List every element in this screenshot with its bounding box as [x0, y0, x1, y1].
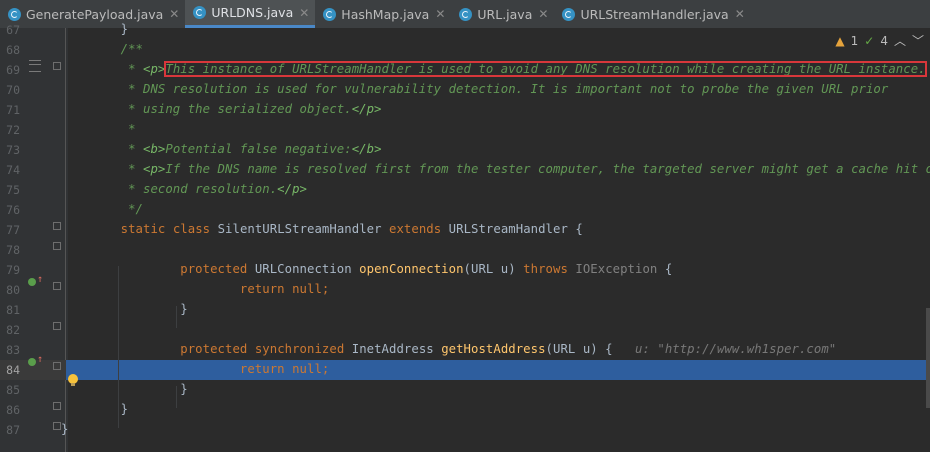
rendered-doc-icon[interactable]: [29, 60, 41, 72]
fold-marker[interactable]: [53, 362, 61, 370]
code-line[interactable]: 86 }: [0, 400, 930, 420]
code-line[interactable]: 77 static class SilentURLStreamHandler e…: [0, 220, 930, 240]
code-text[interactable]: * DNS resolution is used for vulnerabili…: [61, 82, 888, 96]
code-line[interactable]: 84 return null;: [0, 360, 930, 380]
code-line[interactable]: 74 * <p>If the DNS name is resolved firs…: [0, 160, 930, 180]
code-line[interactable]: 75 * second resolution.</p>: [0, 180, 930, 200]
fold-marker[interactable]: [53, 402, 61, 410]
check-icon: ✓: [864, 33, 875, 48]
code-line[interactable]: 82: [0, 320, 930, 340]
code-text[interactable]: protected synchronized InetAddress getHo…: [61, 342, 836, 356]
line-number: 80: [6, 283, 20, 297]
fold-marker[interactable]: [53, 322, 61, 330]
code-text[interactable]: * second resolution.</p>: [61, 182, 307, 196]
close-icon[interactable]: ✕: [299, 6, 309, 20]
lightbulb-icon[interactable]: [68, 374, 78, 386]
override-arrow-icon[interactable]: ↑: [37, 354, 43, 365]
fold-marker[interactable]: [53, 62, 61, 70]
code-line[interactable]: 83 protected synchronized InetAddress ge…: [0, 340, 930, 360]
line-number: 75: [6, 183, 20, 197]
line-number: 81: [6, 303, 20, 317]
code-text[interactable]: *: [61, 122, 136, 136]
override-arrow-icon[interactable]: ↑: [37, 274, 43, 285]
code-text[interactable]: * <b>Potential false negative:</b>: [61, 142, 382, 156]
java-class-icon: [459, 7, 473, 21]
code-line[interactable]: 79 protected URLConnection openConnectio…: [0, 260, 930, 280]
line-number: 69: [6, 63, 20, 77]
code-line[interactable]: 69 * <p>This instance of URLStreamHandle…: [0, 60, 930, 80]
code-line[interactable]: 67 }: [0, 20, 930, 40]
code-line[interactable]: 70 * DNS resolution is used for vulnerab…: [0, 80, 930, 100]
override-icon[interactable]: [28, 278, 36, 286]
code-line[interactable]: 80 return null;: [0, 280, 930, 300]
code-text[interactable]: * using the serialized object.</p>: [61, 102, 382, 116]
code-line[interactable]: 81 }: [0, 300, 930, 320]
close-icon[interactable]: ✕: [435, 7, 445, 21]
scrollbar[interactable]: [926, 308, 930, 408]
chevron-down-icon[interactable]: ﹀: [912, 32, 924, 49]
line-number: 83: [6, 343, 20, 357]
line-number: 74: [6, 163, 20, 177]
fold-marker[interactable]: [53, 222, 61, 230]
code-text[interactable]: protected URLConnection openConnection(U…: [61, 262, 672, 276]
code-text[interactable]: }: [61, 382, 188, 396]
line-number: 72: [6, 123, 20, 137]
code-line[interactable]: 72 *: [0, 120, 930, 140]
code-line[interactable]: 85 }: [0, 380, 930, 400]
override-icon[interactable]: [28, 358, 36, 366]
code-line[interactable]: 71 * using the serialized object.</p>: [0, 100, 930, 120]
line-number: 86: [6, 403, 20, 417]
line-number: 67: [6, 23, 20, 37]
java-class-icon: [562, 7, 576, 21]
code-text[interactable]: * <p>This instance of URLStreamHandler i…: [61, 61, 927, 77]
java-class-icon: [8, 7, 21, 21]
line-number: 84: [6, 363, 20, 377]
line-number: 82: [6, 323, 20, 337]
fold-marker[interactable]: [53, 282, 61, 290]
line-number: 78: [6, 243, 20, 257]
code-line[interactable]: 73 * <b>Potential false negative:</b>: [0, 140, 930, 160]
line-number: 70: [6, 83, 20, 97]
line-number: 68: [6, 43, 20, 57]
line-number: 76: [6, 203, 20, 217]
code-text[interactable]: }: [61, 302, 188, 316]
ok-count: 4: [880, 33, 888, 48]
code-text[interactable]: * <p>If the DNS name is resolved first f…: [61, 162, 930, 176]
code-line[interactable]: 76 */: [0, 200, 930, 220]
code-text[interactable]: return null;: [61, 362, 329, 376]
code-line[interactable]: 87}: [0, 420, 930, 440]
code-line[interactable]: 78: [0, 240, 930, 260]
line-number: 73: [6, 143, 20, 157]
code-text[interactable]: }: [61, 422, 68, 436]
warning-count: 1: [850, 33, 859, 48]
code-text[interactable]: */: [61, 202, 143, 216]
close-icon[interactable]: ✕: [735, 7, 745, 21]
line-number: 79: [6, 263, 20, 277]
fold-marker[interactable]: [53, 422, 61, 430]
java-class-icon: [323, 7, 337, 21]
line-number: 85: [6, 383, 20, 397]
close-icon[interactable]: ✕: [538, 7, 548, 21]
tab-label: URLDNS.java: [211, 5, 294, 20]
code-text[interactable]: return null;: [61, 282, 329, 296]
java-class-icon: [193, 6, 207, 19]
fold-marker[interactable]: [53, 242, 61, 250]
chevron-up-icon[interactable]: ︿: [894, 32, 906, 49]
line-number: 77: [6, 223, 20, 237]
inspection-widget[interactable]: ▲ 1 ✓ 4 ︿ ﹀: [829, 32, 924, 49]
close-icon[interactable]: ✕: [169, 7, 179, 21]
code-editor[interactable]: 67 } 68 /** 69 * <p>This instance of URLSt…: [0, 22, 930, 452]
code-line[interactable]: 68 /**: [0, 40, 930, 60]
line-number: 71: [6, 103, 20, 117]
code-text[interactable]: /**: [61, 42, 143, 56]
warning-icon: ▲: [835, 33, 845, 48]
code-text[interactable]: static class SilentURLStreamHandler exte…: [61, 222, 583, 236]
line-number: 87: [6, 423, 20, 437]
code-text[interactable]: }: [61, 22, 128, 36]
